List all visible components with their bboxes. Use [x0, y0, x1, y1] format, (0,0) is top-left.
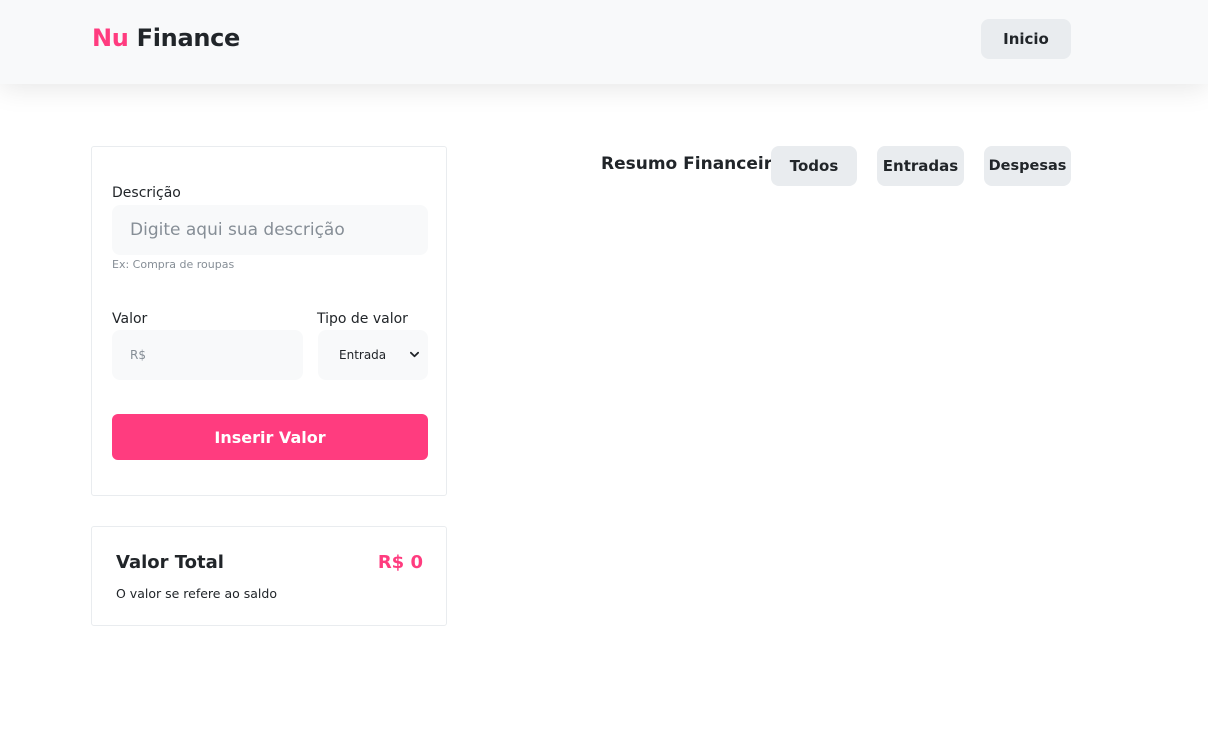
- description-hint: Ex: Compra de roupas: [112, 258, 235, 271]
- value-type-select[interactable]: Entrada: [318, 330, 428, 380]
- value-type-selected: Entrada: [339, 348, 387, 362]
- total-title: Valor Total: [116, 552, 224, 573]
- description-input[interactable]: [112, 205, 428, 255]
- chevron-down-icon: [410, 351, 419, 358]
- filter-all-button[interactable]: Todos: [771, 146, 857, 186]
- brand-logo-finance: Finance: [136, 24, 241, 52]
- total-card: Valor Total R$ 0 O valor se refere ao sa…: [91, 526, 447, 626]
- value-type-label: Tipo de valor: [317, 311, 408, 327]
- filter-expenses-button[interactable]: Despesas: [984, 146, 1071, 186]
- brand-logo: Nu Finance: [92, 24, 240, 52]
- total-amount: R$ 0: [377, 552, 423, 573]
- top-header: Nu Finance Inicio: [0, 0, 1208, 84]
- total-subtitle: O valor se refere ao saldo: [116, 586, 277, 601]
- insert-value-button[interactable]: Inserir Valor: [112, 414, 428, 460]
- value-input[interactable]: [112, 330, 303, 380]
- entry-form-card: Descrição Ex: Compra de roupas Valor Tip…: [91, 146, 447, 496]
- home-button[interactable]: Inicio: [981, 19, 1071, 59]
- brand-logo-nu: Nu: [92, 24, 129, 52]
- summary-title: Resumo Financeiro: [601, 154, 784, 174]
- value-label: Valor: [112, 311, 148, 327]
- filter-income-button[interactable]: Entradas: [877, 146, 964, 186]
- description-label: Descrição: [112, 185, 181, 201]
